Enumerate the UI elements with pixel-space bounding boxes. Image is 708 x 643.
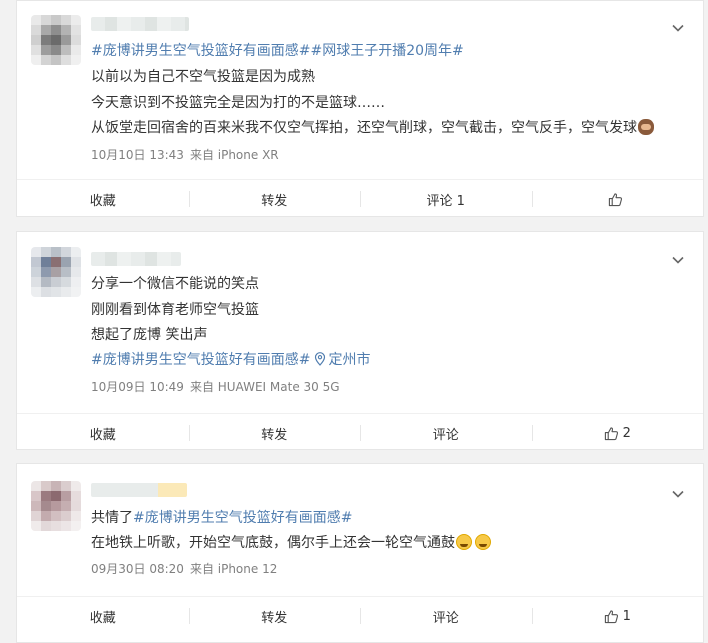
post-text-line: 在地铁上听歌，开始空气底鼓，偶尔手上还会一轮空气通鼓 xyxy=(91,533,491,553)
sweat-smile-emoji xyxy=(456,534,472,550)
topic-link[interactable]: #庞博讲男生空气投篮好有画面感# xyxy=(91,352,310,368)
action-bar: 收藏 转发 评论 2 xyxy=(17,413,703,452)
action-bar: 收藏 转发 评论 1 xyxy=(17,179,703,218)
sweat-smile-emoji xyxy=(475,534,491,550)
post-text: 在地铁上听歌，开始空气底鼓，偶尔手上还会一轮空气通鼓 xyxy=(91,535,455,551)
action-bar: 收藏 转发 评论 1 xyxy=(17,596,703,635)
topic-link[interactable]: #网球王子开播20周年# xyxy=(310,43,463,59)
thumbs-up-icon xyxy=(608,192,622,206)
username[interactable] xyxy=(91,483,187,497)
post-text-line: 刚刚看到体育老师空气投篮 xyxy=(91,302,259,318)
thumbs-up-icon xyxy=(604,609,618,623)
avatar[interactable] xyxy=(31,247,81,297)
post-text-line: 想起了庞博 笑出声 xyxy=(91,327,208,343)
avatar[interactable] xyxy=(31,15,81,65)
chevron-down-icon[interactable] xyxy=(671,21,685,35)
post-source: 来自 HUAWEI Mate 30 5G xyxy=(189,380,340,394)
post-text-line: #庞博讲男生空气投篮好有画面感# 定州市 xyxy=(91,350,370,370)
post-date[interactable]: 10月10日 13:43 xyxy=(91,148,184,162)
post-date[interactable]: 10月09日 10:49 xyxy=(91,380,184,394)
post-text-line: 今天意识到不投篮完全是因为打的不是篮球…… xyxy=(91,95,385,111)
topic-link[interactable]: #庞博讲男生空气投篮好有画面感# xyxy=(91,43,310,59)
post-text-line: 共情了#庞博讲男生空气投篮好有画面感# xyxy=(91,508,352,528)
topic-link[interactable]: #庞博讲男生空气投篮好有画面感# xyxy=(133,510,352,526)
repost-button[interactable]: 转发 xyxy=(188,180,361,218)
collect-button[interactable]: 收藏 xyxy=(17,414,189,452)
chevron-down-icon[interactable] xyxy=(671,487,685,501)
monkey-emoji xyxy=(638,119,654,135)
like-button[interactable]: 2 xyxy=(531,414,704,452)
username[interactable] xyxy=(91,17,189,31)
location-link[interactable]: 定州市 xyxy=(328,352,370,368)
post-text-line: 从饭堂走回宿舍的百来米我不仅空气挥拍，还空气削球，空气截击，空气反手，空气发球 xyxy=(91,118,654,138)
chevron-down-icon[interactable] xyxy=(671,253,685,267)
post-text: 共情了 xyxy=(91,510,133,526)
thumbs-up-icon xyxy=(604,426,618,440)
like-button[interactable] xyxy=(531,180,704,218)
post-source: 来自 iPhone 12 xyxy=(189,562,278,576)
post-card: 分享一个微信不能说的笑点 刚刚看到体育老师空气投篮 想起了庞博 笑出声 #庞博讲… xyxy=(16,231,704,450)
username[interactable] xyxy=(91,252,181,266)
post-meta: 10月10日 13:43 来自 iPhone XR xyxy=(91,146,285,163)
comment-button[interactable]: 评论 xyxy=(360,414,532,452)
avatar[interactable] xyxy=(31,481,81,531)
comment-button[interactable]: 评论 1 xyxy=(360,180,532,218)
post-date[interactable]: 09月30日 08:20 xyxy=(91,562,184,576)
post-card: 共情了#庞博讲男生空气投篮好有画面感# 在地铁上听歌，开始空气底鼓，偶尔手上还会… xyxy=(16,463,704,643)
collect-button[interactable]: 收藏 xyxy=(17,597,189,635)
post-source: 来自 iPhone XR xyxy=(189,148,279,162)
location-pin-icon xyxy=(315,352,326,366)
post-meta: 10月09日 10:49 来自 HUAWEI Mate 30 5G xyxy=(91,378,346,395)
post-meta: 09月30日 08:20 来自 iPhone 12 xyxy=(91,560,283,577)
post-text-line: #庞博讲男生空气投篮好有画面感##网球王子开播20周年# xyxy=(91,41,464,61)
collect-button[interactable]: 收藏 xyxy=(17,180,189,218)
post-text: 从饭堂走回宿舍的百来米我不仅空气挥拍，还空气削球，空气截击，空气反手，空气发球 xyxy=(91,120,637,136)
repost-button[interactable]: 转发 xyxy=(188,597,361,635)
post-text-line: 以前以为自己不空气投篮是因为成熟 xyxy=(91,69,315,85)
post-card: #庞博讲男生空气投篮好有画面感##网球王子开播20周年# 以前以为自己不空气投篮… xyxy=(16,0,704,217)
repost-button[interactable]: 转发 xyxy=(188,414,361,452)
comment-button[interactable]: 评论 xyxy=(360,597,532,635)
like-button[interactable]: 1 xyxy=(531,597,704,635)
post-text-line: 分享一个微信不能说的笑点 xyxy=(91,276,259,292)
